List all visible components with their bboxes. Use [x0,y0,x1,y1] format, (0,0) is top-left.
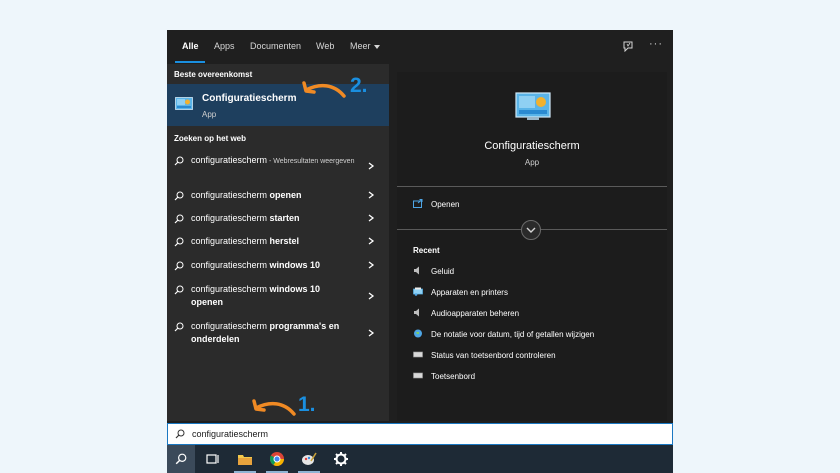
search-icon [174,237,184,247]
web-result-text: configuratiescherm [191,321,270,331]
active-tab-indicator [175,61,205,63]
open-icon [413,199,423,208]
web-result-item[interactable]: configuratiescherm windows 10 [167,259,389,275]
web-result-text: configuratiescherm [191,260,270,270]
search-icon [174,261,184,271]
search-bar[interactable]: configuratiescherm [167,423,673,445]
results-list: Beste overeenkomst Configuratiescherm Ap… [167,64,389,421]
web-result-item[interactable]: configuratiescherm windows 10 openen [167,283,389,311]
orange-arrow-annotation [302,81,346,98]
search-icon [174,214,184,224]
control-panel-icon [515,92,551,120]
web-result-suffix: - Webresultaten weergeven [267,158,355,165]
web-result-text: configuratiescherm [191,190,270,200]
chevron-right-icon [368,329,375,337]
search-icon [174,156,184,166]
chevron-right-icon [368,214,375,222]
more-options-icon[interactable]: ··· [649,38,663,50]
preview-pane: Configuratiescherm App Openen Recent Gel… [397,72,667,421]
search-icon [175,453,187,465]
start-menu-window: Alle Apps Documenten Web Meer ··· Beste … [167,30,673,473]
web-result-bold: openen [269,190,302,200]
recent-item-label: De notatie voor datum, tijd of getallen … [431,330,595,339]
tab-web[interactable]: Web [316,41,334,51]
step-1-label: 1. [298,393,316,416]
chevron-right-icon [368,237,375,245]
open-action[interactable]: Openen [431,200,459,209]
chrome-icon[interactable] [269,451,285,467]
chevron-right-icon [368,292,375,300]
preview-title: Configuratiescherm [484,140,580,152]
step-2-label: 2. [350,74,368,97]
web-result-text: configuratiescherm [191,236,270,246]
web-result-text: configuratiescherm [191,155,268,165]
feedback-icon[interactable] [622,40,634,52]
region-globe-icon [414,329,422,338]
recent-item-label: Toetsenbord [431,372,476,381]
chevron-down-icon [373,44,380,49]
orange-arrow-annotation [252,399,296,416]
tab-more-label: Meer [350,41,371,51]
gear-icon[interactable] [333,451,349,467]
control-panel-icon [175,97,193,110]
web-result-item[interactable]: configuratiescherm programma's en onderd… [167,320,389,348]
devices-printers-icon [413,287,423,296]
tab-more[interactable]: Meer [350,41,380,51]
chevron-down-icon [526,227,536,233]
tab-apps[interactable]: Apps [214,41,235,51]
best-match-heading: Beste overeenkomst [174,70,253,79]
web-result-item[interactable]: configuratiescherm - Webresultaten weerg… [167,154,389,184]
tab-all[interactable]: Alle [182,41,199,51]
recent-item-label: Status van toetsenbord controleren [431,351,556,360]
web-result-item[interactable]: configuratiescherm herstel [167,235,389,251]
web-result-bold: herstel [269,236,300,246]
search-filter-tabs: Alle Apps Documenten Web Meer ··· [167,30,673,64]
keyboard-icon [413,372,423,379]
search-icon [174,285,184,295]
web-result-text: configuratiescherm [191,284,270,294]
task-view-icon[interactable] [205,451,221,467]
search-icon [175,429,185,439]
speaker-icon [414,266,419,275]
search-icon [174,322,184,332]
recent-item-label: Audioapparaten beheren [431,309,520,318]
recent-heading: Recent [413,246,440,255]
web-result-bold: windows 10 [269,260,321,270]
best-match-title: Configuratiescherm [202,93,297,104]
best-match-subtitle: App [202,110,217,119]
web-result-text: configuratiescherm [191,213,270,223]
chevron-right-icon [368,191,375,199]
chevron-right-icon [368,162,375,170]
speaker-icon [414,308,419,317]
taskbar [167,445,673,473]
search-icon [174,191,184,201]
taskbar-search-button[interactable] [167,445,195,473]
web-result-item[interactable]: configuratiescherm openen [167,189,389,205]
tab-documents[interactable]: Documenten [250,41,301,51]
search-input[interactable]: configuratiescherm [192,429,268,439]
recent-item-label: Geluid [431,267,455,276]
expand-button[interactable] [521,220,541,240]
divider [397,186,667,187]
web-search-heading: Zoeken op het web [174,134,247,143]
web-result-bold: starten [269,213,300,223]
keyboard-icon [413,351,423,358]
recent-item-label: Apparaten en printers [431,288,508,297]
chevron-right-icon [368,261,375,269]
file-explorer-icon[interactable] [237,451,253,467]
web-result-item[interactable]: configuratiescherm starten [167,212,389,228]
preview-subtitle: App [524,158,540,167]
paint-icon[interactable] [301,451,317,467]
